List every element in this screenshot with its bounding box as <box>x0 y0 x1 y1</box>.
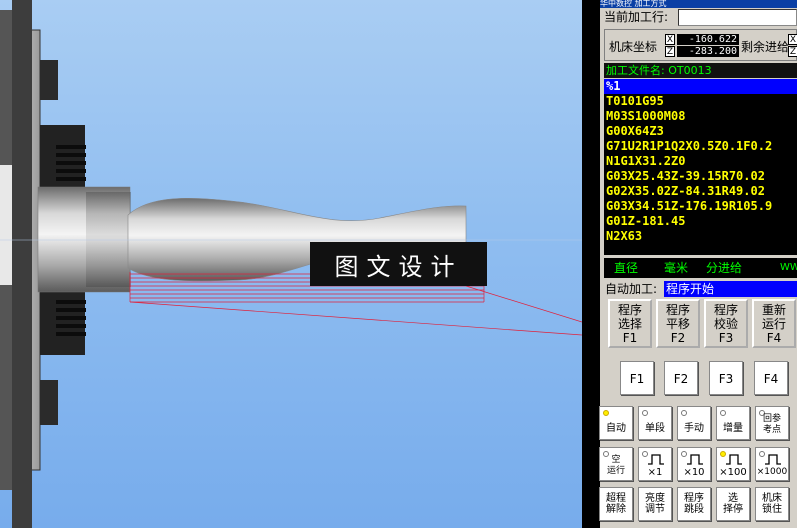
program-line[interactable]: G00X64Z3 <box>604 124 797 139</box>
stock-neck <box>86 192 131 287</box>
axis-x-value: -160.622 <box>677 34 739 45</box>
program-select-button[interactable]: 程序 选择 F1 <box>608 299 652 348</box>
chuck-jaw-far-bottom <box>40 380 58 425</box>
remain-z-label: Z <box>788 46 797 57</box>
mode-extra: WWW <box>780 262 797 273</box>
coordinate-box: 机床坐标 X -160.622 Z -283.200 剩余进给 X Z <box>604 29 797 61</box>
pulse-icon <box>765 454 781 465</box>
led-indicator <box>603 410 609 416</box>
led-indicator <box>720 410 726 416</box>
step-x10-button[interactable]: ×10 <box>677 447 711 481</box>
current-line-value <box>678 9 797 26</box>
pulse-icon <box>648 454 664 465</box>
f1-key[interactable]: F1 <box>620 361 654 395</box>
brightness-adjust-button[interactable]: 亮度 调节 <box>638 487 672 521</box>
program-line[interactable]: G03X25.43Z-39.15R70.02 <box>604 169 797 184</box>
auto-run-label: 自动加工: <box>605 282 658 296</box>
remain-x-label: X <box>788 34 797 45</box>
panel-title: 华中数控 加工方式 <box>600 0 797 8</box>
program-line-selected[interactable]: %1 <box>604 79 797 94</box>
chuck-disk <box>12 0 32 528</box>
single-block-button[interactable]: 单段 <box>638 406 672 440</box>
mode-feed: 分进给 <box>706 261 743 275</box>
program-line[interactable]: G03X34.51Z-176.19R105.9 <box>604 199 797 214</box>
led-indicator <box>681 410 687 416</box>
dry-run-button[interactable]: 空运行 <box>599 447 633 481</box>
soft-key-row: 程序 选择 F1 程序 平移 F2 程序 校验 F3 重新 运行 F4 <box>604 299 797 351</box>
program-line[interactable]: G71U2R1P1Q2X0.5Z0.1F0.2 <box>604 139 797 154</box>
optional-stop-button[interactable]: 选择停 <box>716 487 750 521</box>
step-x100-button[interactable]: ×100 <box>716 447 750 481</box>
f2-key[interactable]: F2 <box>664 361 698 395</box>
axis-z-value: -283.200 <box>677 46 739 57</box>
axis-z-label: Z <box>665 46 675 57</box>
program-listing[interactable]: %1 T0101G95 M03S1000M08 G00X64Z3 G71U2R1… <box>604 79 797 255</box>
chuck-disk-light <box>0 165 12 285</box>
current-line-label: 当前加工行: <box>604 10 669 24</box>
rerun-button[interactable]: 重新 运行 F4 <box>752 299 796 348</box>
lathe-viewport[interactable]: 图文设计 <box>0 0 582 528</box>
step-x1000-button[interactable]: ×1000 <box>755 447 789 481</box>
f4-key[interactable]: F4 <box>754 361 788 395</box>
program-shift-button[interactable]: 程序 平移 F2 <box>656 299 700 348</box>
mode-diameter: 直径 <box>614 261 639 275</box>
machine-button-grid: 自动 单段 手动 增量 回参 考点 空运行 ×1 ×10 ×100 ×1000 超… <box>596 403 797 528</box>
file-name-bar: 加工文件名: OT0013 <box>604 63 797 78</box>
function-key-row: F1 F2 F3 F4 <box>604 361 797 399</box>
program-verify-button[interactable]: 程序 校验 F3 <box>704 299 748 348</box>
f3-key[interactable]: F3 <box>709 361 743 395</box>
program-line[interactable]: G01Z-181.45 <box>604 214 797 229</box>
cnc-simulator: 图文设计 华中数控 加工方式 当前加工行: 机床坐标 X -160.622 Z … <box>0 0 797 528</box>
program-line[interactable]: T0101G95 <box>604 94 797 109</box>
manual-mode-button[interactable]: 手动 <box>677 406 711 440</box>
remaining-feed-label: 剩余进给 <box>741 40 790 54</box>
led-indicator <box>642 410 648 416</box>
watermark: 图文设计 <box>310 242 487 286</box>
program-line[interactable]: N2X63 <box>604 229 797 244</box>
chuck-jaw-top <box>40 125 85 195</box>
machine-coord-label: 机床坐标 <box>609 40 658 54</box>
mode-unit: 毫米 <box>664 261 689 275</box>
pulse-icon <box>687 454 703 465</box>
program-line[interactable]: M03S1000M08 <box>604 109 797 124</box>
program-line[interactable]: G02X35.02Z-84.31R49.02 <box>604 184 797 199</box>
machine-lock-button[interactable]: 机床 锁住 <box>755 487 789 521</box>
pulse-icon <box>726 454 742 465</box>
program-line[interactable]: N1G1X31.2Z0 <box>604 154 797 169</box>
block-skip-button[interactable]: 程序 跳段 <box>677 487 711 521</box>
axis-x-label: X <box>665 34 675 45</box>
increment-mode-button[interactable]: 增量 <box>716 406 750 440</box>
auto-mode-button[interactable]: 自动 <box>599 406 633 440</box>
status-mode-bar: 直径 毫米 分进给 WWW <box>604 258 797 278</box>
overtravel-release-button[interactable]: 超程 解除 <box>599 487 633 521</box>
auto-run-status: 程序开始 <box>664 281 797 297</box>
home-reference-button[interactable]: 回参 考点 <box>755 406 789 440</box>
step-x1-button[interactable]: ×1 <box>638 447 672 481</box>
lathe-scene <box>0 0 582 528</box>
chuck-jaw-far-top <box>40 60 58 100</box>
